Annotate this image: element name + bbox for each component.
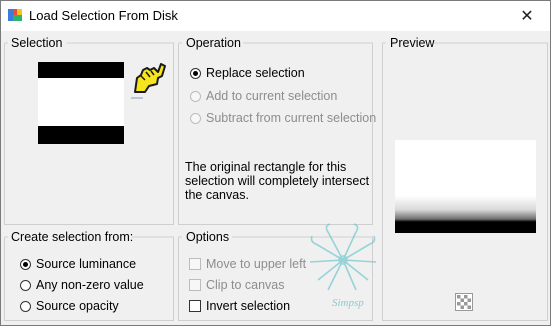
watermark-text: Simpsp — [332, 297, 364, 309]
radio-source-luminance[interactable]: Source luminance — [20, 257, 136, 271]
pointing-hand-icon — [131, 63, 166, 99]
radio-add-to-current-selection[interactable]: Add to current selection — [190, 89, 337, 103]
checkbox-indicator[interactable] — [189, 258, 201, 270]
radio-indicator[interactable] — [20, 300, 31, 312]
radio-label: Source luminance — [36, 257, 137, 271]
create-from-group-label: Create selection from: — [11, 230, 134, 244]
checkbox-label: Clip to canvas — [206, 278, 285, 292]
preview-group-label: Preview — [390, 36, 435, 50]
checkbox-clip-to-canvas[interactable]: Clip to canvas — [189, 278, 285, 292]
radio-indicator[interactable] — [190, 67, 201, 79]
checkbox-label: Invert selection — [206, 299, 291, 313]
close-icon: ✕ — [520, 8, 534, 25]
title-bar: Load Selection From Disk ✕ — [1, 1, 550, 31]
operation-group-label: Operation — [186, 36, 241, 50]
window-title: Load Selection From Disk — [29, 8, 178, 23]
options-group-label: Options — [186, 230, 230, 244]
radio-replace-selection[interactable]: Replace selection — [190, 66, 305, 80]
selection-thumbnail — [38, 62, 124, 144]
radio-indicator[interactable] — [190, 90, 201, 102]
selection-group-label: Selection — [11, 36, 63, 50]
checkbox-indicator[interactable] — [189, 300, 201, 312]
radio-label: Subtract from current selection — [206, 111, 377, 125]
radio-indicator[interactable] — [20, 279, 31, 291]
radio-subtract-from-current-selection[interactable]: Subtract from current selection — [190, 111, 376, 125]
app-icon — [8, 9, 22, 21]
radio-source-opacity[interactable]: Source opacity — [20, 299, 119, 313]
radio-label: Add to current selection — [206, 89, 338, 103]
preview-image — [395, 140, 536, 233]
radio-label: Source opacity — [36, 299, 119, 313]
radio-indicator[interactable] — [20, 258, 31, 270]
close-button[interactable]: ✕ — [504, 1, 550, 31]
radio-label: Replace selection — [206, 66, 305, 80]
radio-any-non-zero-value[interactable]: Any non-zero value — [20, 278, 144, 292]
checkbox-invert-selection[interactable]: Invert selection — [189, 299, 290, 313]
checkbox-move-to-upper-left[interactable]: Move to upper left — [189, 257, 306, 271]
checkbox-label: Move to upper left — [206, 257, 307, 271]
radio-indicator[interactable] — [190, 112, 201, 124]
radio-label: Any non-zero value — [36, 278, 144, 292]
checker-zoom-icon[interactable] — [455, 293, 473, 311]
watermark-logo: Simpsp — [309, 223, 377, 309]
checkbox-indicator[interactable] — [189, 279, 201, 291]
operation-info-text: The original rectangle for this selectio… — [185, 160, 370, 202]
